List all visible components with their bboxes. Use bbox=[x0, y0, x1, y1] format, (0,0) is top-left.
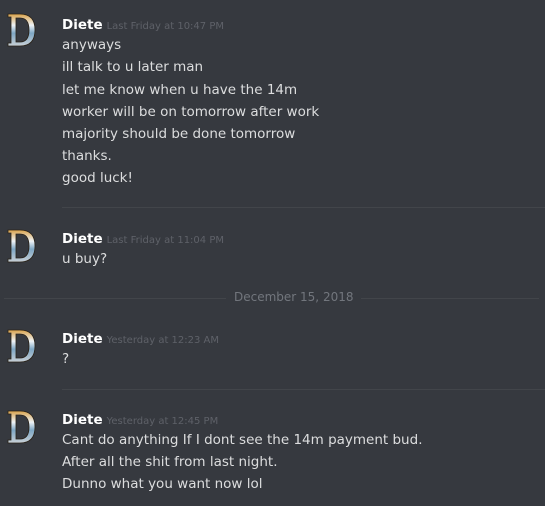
message-timestamp: Last Friday at 10:47 PM bbox=[106, 21, 224, 32]
author-name[interactable]: Diete bbox=[62, 331, 103, 347]
message-timestamp: Yesterday at 12:23 AM bbox=[106, 335, 220, 346]
message-line: let me know when u have the 14m bbox=[62, 82, 298, 98]
author-name[interactable]: Diete bbox=[62, 412, 103, 428]
message-line: thanks. bbox=[62, 148, 112, 164]
author-name[interactable]: Diete bbox=[62, 17, 103, 33]
message-line: worker will be on tomorrow after work bbox=[62, 104, 320, 120]
message-timestamp: Yesterday at 12:45 PM bbox=[106, 416, 219, 427]
letter-d-avatar-icon[interactable] bbox=[6, 12, 36, 48]
date-divider-label: December 15, 2018 bbox=[226, 290, 362, 304]
message-line: Dunno what you want now lol bbox=[62, 476, 263, 492]
letter-d-avatar-icon[interactable] bbox=[6, 228, 36, 264]
message-line: Cant do anything If I dont see the 14m p… bbox=[62, 432, 423, 448]
message-line: majority should be done tomorrow bbox=[62, 126, 296, 142]
letter-d-avatar-icon[interactable] bbox=[6, 409, 36, 445]
message-line: good luck! bbox=[62, 170, 133, 186]
message-line: After all the shit from last night. bbox=[62, 454, 278, 470]
message-line: ill talk to u later man bbox=[62, 59, 204, 75]
message-timestamp: Last Friday at 11:04 PM bbox=[106, 235, 224, 246]
message-line: anyways bbox=[62, 37, 122, 53]
message-line: ? bbox=[62, 351, 70, 367]
author-name[interactable]: Diete bbox=[62, 231, 103, 247]
message-separator bbox=[62, 389, 545, 390]
letter-d-avatar-icon[interactable] bbox=[6, 328, 36, 364]
message-separator bbox=[62, 207, 545, 208]
message-line: u buy? bbox=[62, 251, 108, 267]
